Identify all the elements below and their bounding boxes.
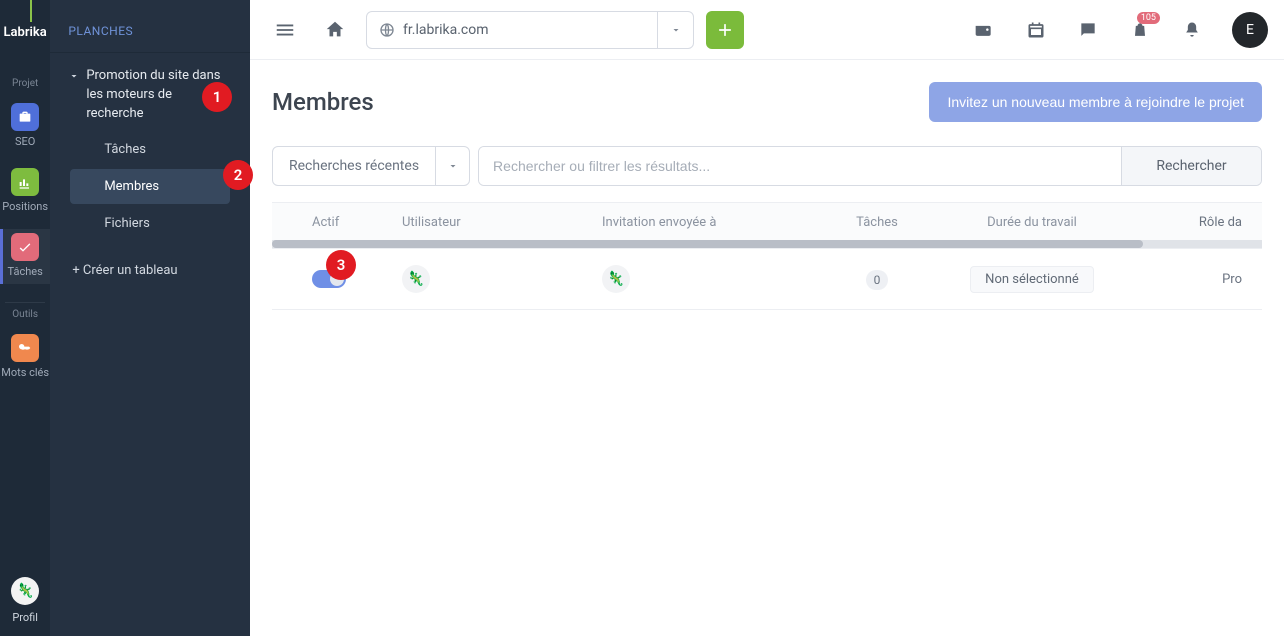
globe-icon <box>379 22 395 38</box>
chevron-down-icon[interactable] <box>435 147 469 185</box>
col-tasks: Tâches <box>822 215 932 230</box>
annotation-marker: 3 <box>326 250 356 280</box>
chart-icon <box>11 168 39 196</box>
brand-logo[interactable]: Labrika <box>0 8 50 56</box>
table-row: 🦎 🦎 0 Non sélectionné Pro <box>272 248 1262 309</box>
nav-item-tasks[interactable]: Tâches <box>0 229 50 284</box>
chevron-down-icon <box>68 70 82 82</box>
recent-searches-select[interactable]: Recherches récentes <box>272 146 470 186</box>
page-title: Membres <box>272 88 374 116</box>
nav-item-positions[interactable]: Positions <box>0 164 50 219</box>
nav-item-seo[interactable]: SEO <box>0 99 50 154</box>
bell-icon[interactable] <box>1172 10 1212 50</box>
cell-invitation: 🦎 <box>602 265 822 293</box>
user-avatar-icon: 🦎 <box>402 265 430 293</box>
cell-work-duration: Non sélectionné <box>932 266 1132 293</box>
cell-user: 🦎 <box>402 265 602 293</box>
nav-section-tools: Outils <box>12 309 38 320</box>
key-icon <box>11 334 39 362</box>
nav-section-project: Projet <box>12 78 38 89</box>
content: Membres Invitez un nouveau membre à rejo… <box>250 60 1284 310</box>
briefcase-icon <box>11 103 39 131</box>
nav-rail: Labrika Projet SEO Positions Tâches Outi… <box>0 0 50 636</box>
menu-button[interactable] <box>266 11 304 49</box>
calendar-icon[interactable] <box>1016 10 1056 50</box>
project-url-dropdown[interactable] <box>657 12 693 48</box>
cell-tasks: 0 <box>822 269 932 290</box>
cell-active <box>312 270 402 288</box>
create-board-button[interactable]: + Créer un tableau <box>50 249 250 288</box>
user-avatar[interactable]: E <box>1232 12 1268 48</box>
notification-badge: 105 <box>1137 12 1160 24</box>
nav-label: SEO <box>15 135 35 148</box>
page-head: Membres Invitez un nouveau membre à rejo… <box>272 82 1262 122</box>
avatar-icon[interactable]: 🦎 <box>11 577 39 605</box>
filter-row: Recherches récentes Rechercher <box>272 146 1262 186</box>
nav-label: Tâches <box>8 265 43 278</box>
annotation-marker: 2 <box>223 160 253 190</box>
add-button[interactable] <box>706 11 744 49</box>
check-icon <box>11 233 39 261</box>
nav-item-keywords[interactable]: Mots clés <box>0 330 50 385</box>
topbar: fr.labrika.com 105 E <box>250 0 1284 60</box>
members-table: Actif Utilisateur Invitation envoyée à T… <box>272 202 1262 310</box>
tasks-count: 0 <box>866 270 889 290</box>
project-url-select[interactable]: fr.labrika.com <box>366 11 694 49</box>
main-area: fr.labrika.com 105 E Memb <box>250 0 1284 636</box>
search-button[interactable]: Rechercher <box>1121 147 1261 185</box>
sidebar-item-tasks[interactable]: Tâches <box>70 132 230 167</box>
annotation-marker: 1 <box>202 82 232 112</box>
search-input[interactable] <box>479 147 1121 185</box>
nav-divider <box>5 302 45 303</box>
work-duration-pill[interactable]: Non sélectionné <box>970 266 1094 293</box>
project-url-display: fr.labrika.com <box>367 12 657 48</box>
wallet-icon[interactable] <box>964 10 1004 50</box>
home-button[interactable] <box>316 11 354 49</box>
invite-button[interactable]: Invitez un nouveau membre à rejoindre le… <box>929 82 1262 122</box>
recent-searches-label: Recherches récentes <box>273 147 435 185</box>
nav-item-profile[interactable]: Profil <box>12 611 38 624</box>
col-active: Actif <box>312 215 402 230</box>
brand-name: Labrika <box>4 25 47 40</box>
horizontal-scrollbar[interactable] <box>272 240 1262 248</box>
col-user: Utilisateur <box>402 215 602 230</box>
cell-role: Pro <box>1132 272 1242 287</box>
col-invitation: Invitation envoyée à <box>602 215 822 230</box>
bag-icon[interactable]: 105 <box>1120 10 1160 50</box>
col-work-duration: Durée du travail <box>932 215 1132 230</box>
sidebar-item-files[interactable]: Fichiers <box>70 206 230 241</box>
project-url-text: fr.labrika.com <box>403 22 488 38</box>
col-role: Rôle da <box>1132 215 1242 230</box>
search-group: Rechercher <box>478 146 1262 186</box>
nav-label: Mots clés <box>1 366 49 379</box>
chat-icon[interactable] <box>1068 10 1108 50</box>
user-avatar-icon: 🦎 <box>602 265 630 293</box>
nav-label: Positions <box>2 200 48 213</box>
table-header: Actif Utilisateur Invitation envoyée à T… <box>272 203 1262 240</box>
sidebar-item-members[interactable]: Membres <box>70 169 230 204</box>
panel-heading: PLANCHES <box>50 0 250 53</box>
